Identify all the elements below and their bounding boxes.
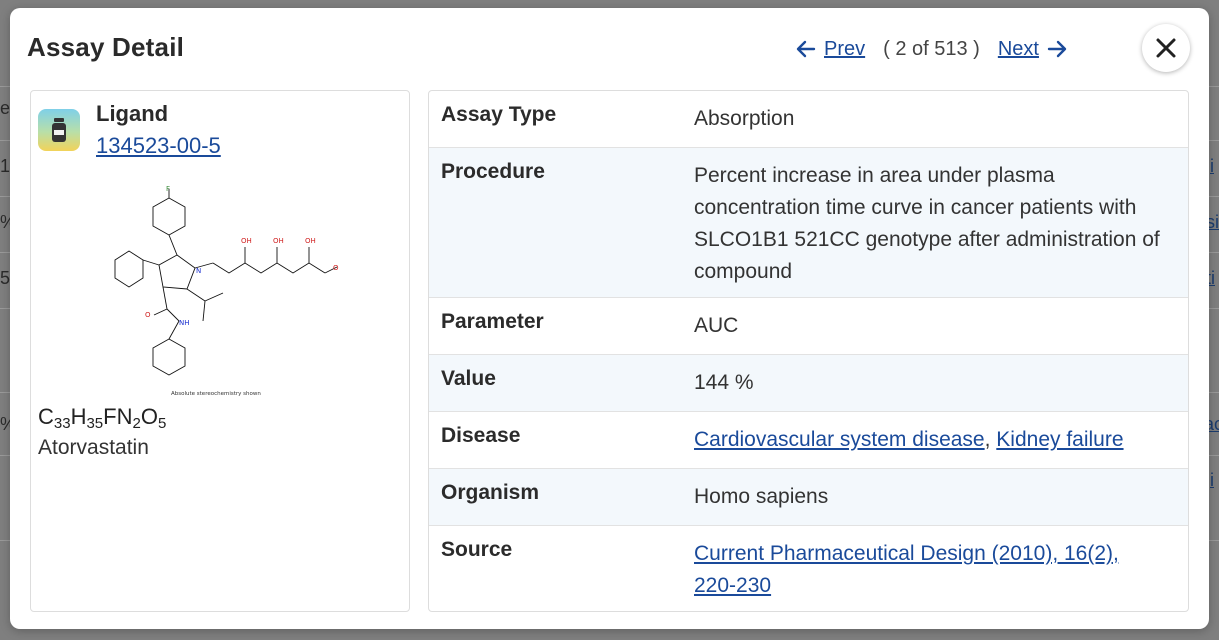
atom-label-oh: OH bbox=[305, 237, 316, 245]
prev-label: Prev bbox=[824, 37, 866, 60]
atom-label-oh: OH bbox=[273, 237, 284, 245]
arrow-right-icon bbox=[1047, 40, 1067, 58]
structure-caption: Absolute stereochemistry shown bbox=[171, 391, 261, 397]
source-link[interactable]: Current Pharmaceutical Design (2010), 16… bbox=[694, 542, 1119, 597]
prev-button[interactable]: Prev bbox=[796, 38, 865, 61]
disease-link[interactable]: Kidney failure bbox=[996, 428, 1123, 451]
row-key: Organism bbox=[441, 481, 540, 504]
row-value: 144 % bbox=[694, 371, 754, 394]
bg-text-fragment: e bbox=[0, 98, 11, 118]
table-row: Organism Homo sapiens bbox=[429, 469, 1188, 526]
bg-link-fragment: i bbox=[1210, 156, 1214, 176]
bg-link-fragment: i bbox=[1210, 470, 1214, 490]
atom-label-n: N bbox=[196, 267, 201, 275]
bg-text-fragment: 5 bbox=[0, 268, 11, 288]
atom-label-o: O bbox=[333, 264, 339, 272]
assay-detail-modal: Assay Detail Prev ( 2 of 513 ) Next Liga… bbox=[10, 8, 1209, 629]
row-value: AUC bbox=[694, 314, 739, 337]
ligand-label: Ligand bbox=[96, 101, 169, 126]
table-row: Value 144 % bbox=[429, 355, 1188, 412]
pager-count: ( 2 of 513 ) bbox=[883, 37, 980, 60]
ligand-id-link[interactable]: 134523-00-5 bbox=[96, 133, 221, 159]
row-key: Parameter bbox=[441, 310, 544, 333]
ligand-name: Atorvastatin bbox=[38, 436, 149, 459]
atom-label-oh: OH bbox=[241, 237, 252, 245]
atom-label-nh: NH bbox=[179, 319, 190, 327]
table-row: Parameter AUC bbox=[429, 298, 1188, 355]
assay-details-table: Assay Type Absorption Procedure Percent … bbox=[428, 90, 1189, 612]
pager: Prev ( 2 of 513 ) Next bbox=[796, 35, 1067, 63]
modal-title: Assay Detail bbox=[27, 32, 185, 62]
vial-icon bbox=[38, 109, 80, 151]
row-key: Value bbox=[441, 367, 496, 390]
close-icon bbox=[1156, 38, 1176, 58]
table-row: Source Current Pharmaceutical Design (20… bbox=[429, 526, 1188, 611]
ligand-card: Ligand 134523-00-5 F N NH O OH OH OH O A… bbox=[30, 90, 410, 612]
atom-label-o: O bbox=[145, 311, 151, 319]
row-value: Current Pharmaceutical Design (2010), 16… bbox=[694, 538, 1144, 602]
row-value: Homo sapiens bbox=[694, 485, 829, 508]
row-key: Assay Type bbox=[441, 103, 557, 126]
close-button[interactable] bbox=[1142, 24, 1190, 72]
atom-label-f: F bbox=[166, 185, 170, 193]
chemical-structure: F N NH O OH OH OH O Absolute stereochemi… bbox=[114, 185, 339, 397]
disease-link[interactable]: Cardiovascular system disease bbox=[694, 428, 985, 451]
table-row: Assay Type Absorption bbox=[429, 91, 1188, 148]
row-key: Source bbox=[441, 538, 513, 561]
molecular-formula: C33H35FN2O5 bbox=[38, 404, 167, 432]
row-value: Cardiovascular system disease, Kidney fa… bbox=[694, 424, 1184, 456]
arrow-left-icon bbox=[796, 40, 816, 58]
next-button[interactable]: Next bbox=[998, 38, 1067, 61]
row-key: Disease bbox=[441, 424, 521, 447]
bg-text-fragment: 1 bbox=[0, 156, 11, 176]
table-row: Disease Cardiovascular system disease, K… bbox=[429, 412, 1188, 469]
table-row: Procedure Percent increase in area under… bbox=[429, 148, 1188, 298]
row-key: Procedure bbox=[441, 160, 545, 183]
next-label: Next bbox=[997, 37, 1039, 60]
row-value: Percent increase in area under plasma co… bbox=[694, 164, 1160, 283]
row-value: Absorption bbox=[694, 107, 795, 130]
separator: , bbox=[984, 428, 997, 451]
